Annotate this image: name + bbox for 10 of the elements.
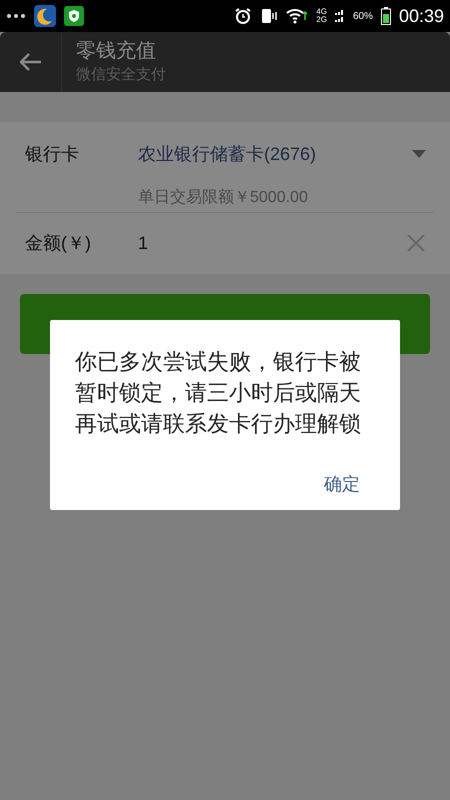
- clock: 00:39: [398, 4, 444, 28]
- field-label: 金额(￥): [25, 232, 92, 255]
- network-label: 4G: [316, 8, 327, 16]
- daily-limit-text: 单日交易限额￥5000.00: [138, 189, 308, 206]
- page-title: 零钱充值: [76, 39, 157, 64]
- network-label: 2G: [316, 16, 327, 24]
- battery-percent: 60%: [352, 10, 373, 24]
- page-subtitle: 微信安全支付: [76, 65, 166, 85]
- field-label: 银行卡: [25, 142, 80, 166]
- dialog-message: 你已多次尝试失败，银行卡被暂时锁定，请三小时后或隔天再试或请联系发卡行办理解锁: [75, 348, 362, 438]
